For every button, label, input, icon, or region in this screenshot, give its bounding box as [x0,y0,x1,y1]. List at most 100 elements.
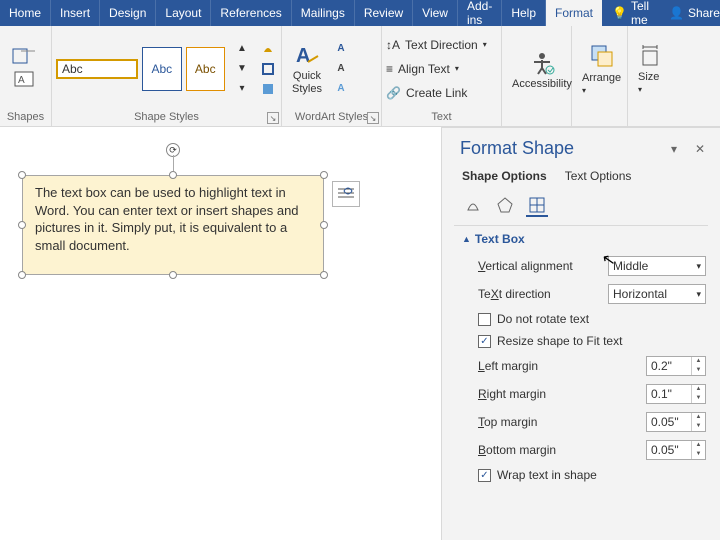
tab-references[interactable]: References [211,0,291,26]
tab-help[interactable]: Help [502,0,546,26]
selected-textbox[interactable]: ⟳ The text box can be used to highlight … [22,175,324,275]
shape-effects-icon[interactable] [259,80,277,98]
checkbox-box [478,313,491,326]
share-icon: 👤 [669,6,684,20]
label-text-direction: TeXt direction [478,287,608,301]
tell-me[interactable]: 💡Tell me [602,0,659,26]
tab-review[interactable]: Review [355,0,413,26]
select-vertical-alignment[interactable]: Middle▾ [608,256,706,276]
tab-layout[interactable]: Layout [156,0,211,26]
tab-mailings[interactable]: Mailings [292,0,355,26]
accessibility-icon [528,48,556,76]
layout-options-icon [336,185,356,203]
tab-view[interactable]: View [413,0,458,26]
resize-handle-nw[interactable] [18,171,26,179]
size-icon [639,43,665,69]
style-gallery-down-icon[interactable]: ▼ [233,60,251,78]
tab-format[interactable]: Format [546,0,602,26]
group-label-wordart: WordArt Styles [286,109,377,126]
chevron-down-icon: ▾ [638,85,642,94]
document-area[interactable]: ⟳ The text box can be used to highlight … [0,127,720,540]
text-effects-icon[interactable]: A [332,80,350,98]
section-textbox[interactable]: ▲Text Box [442,226,720,252]
input-right-margin[interactable]: 0.1"▲▼ [646,384,706,404]
style-gallery-up-icon[interactable]: ▲ [233,40,251,58]
svg-text:A: A [296,45,310,67]
checkbox-box: ✓ [478,335,491,348]
tab-design[interactable]: Design [100,0,156,26]
step-up-icon[interactable]: ▲ [692,357,705,366]
link-icon: 🔗 [386,86,401,100]
text-direction-button[interactable]: ↕AText Direction▾ [386,35,487,55]
resize-handle-s[interactable] [169,271,177,279]
input-left-margin[interactable]: 0.2"▲▼ [646,356,706,376]
resize-handle-n[interactable] [169,171,177,179]
chevron-down-icon: ▾ [696,289,701,300]
layout-properties-icon[interactable] [526,195,548,217]
text-direction-icon: ↕A [386,38,400,52]
panel-close-icon[interactable]: ✕ [692,142,708,156]
group-label-shape-styles: Shape Styles [56,109,277,126]
align-text-button[interactable]: ≡Align Text▾ [386,59,487,79]
group-label-shapes: Shapes [4,109,47,126]
input-bottom-margin[interactable]: 0.05"▲▼ [646,440,706,460]
group-label-text: Text [386,109,497,126]
shape-outline-icon[interactable] [259,60,277,78]
format-shape-panel: Format Shape ▾ ✕ Shape Options Text Opti… [441,127,720,540]
resize-handle-e[interactable] [320,221,328,229]
input-top-margin[interactable]: 0.05"▲▼ [646,412,706,432]
tab-addins[interactable]: Add-ins [458,0,502,26]
style-gallery-more-icon[interactable]: ▾ [233,80,251,98]
create-link-button[interactable]: 🔗Create Link [386,83,487,103]
label-top-margin: Top margin [478,415,646,429]
textbox-content[interactable]: The text box can be used to highlight te… [22,175,324,275]
bulb-icon: 💡 [612,6,627,20]
step-down-icon[interactable]: ▼ [692,366,705,375]
tab-home[interactable]: Home [0,0,51,26]
wordart-a-icon: A [294,42,320,68]
ribbon: A Shapes Abc Abc Abc ▲ ▼ ▾ Shape Styles … [0,26,720,127]
step-up-icon[interactable]: ▲ [692,385,705,394]
effects-icon[interactable] [494,195,516,217]
shape-style-3[interactable]: Abc [186,47,225,91]
label-vertical-alignment: Vertical alignment [478,259,608,273]
arrange-button[interactable]: Arrange ▾ [576,40,627,98]
accessibility-button[interactable]: Accessibility [506,46,578,92]
text-fill-icon[interactable]: A [332,40,350,58]
main-tabs: Home Insert Design Layout References Mai… [0,0,720,26]
shape-styles-launcher-icon[interactable]: ↘ [267,112,279,124]
step-down-icon[interactable]: ▼ [692,394,705,403]
step-down-icon[interactable]: ▼ [692,450,705,459]
panel-title: Format Shape [460,138,656,159]
wordart-launcher-icon[interactable]: ↘ [367,112,379,124]
fill-line-icon[interactable] [462,195,484,217]
tab-text-options[interactable]: Text Options [565,165,632,187]
share-button[interactable]: 👤Share [659,0,720,26]
shape-style-2[interactable]: Abc [142,47,181,91]
label-right-margin: Right margin [478,387,646,401]
tab-shape-options[interactable]: Shape Options [462,165,547,187]
quick-styles-button[interactable]: A Quick Styles [286,40,328,96]
size-button[interactable]: Size ▾ [632,41,672,97]
shape-style-1[interactable]: Abc [56,59,138,79]
shape-fill-icon[interactable] [259,40,277,58]
select-text-direction[interactable]: Horizontal▾ [608,284,706,304]
resize-handle-ne[interactable] [320,171,328,179]
checkbox-wrap-text[interactable]: ✓ Wrap text in shape [478,464,706,486]
resize-handle-w[interactable] [18,221,26,229]
resize-handle-se[interactable] [320,271,328,279]
resize-handle-sw[interactable] [18,271,26,279]
checkbox-resize-shape[interactable]: ✓ Resize shape to Fit text [478,330,706,352]
arrange-icon [588,42,616,70]
layout-options-button[interactable] [332,181,360,207]
chevron-down-icon: ▾ [582,86,586,95]
tab-insert[interactable]: Insert [51,0,100,26]
step-up-icon[interactable]: ▲ [692,413,705,422]
checkbox-do-not-rotate[interactable]: Do not rotate text [478,308,706,330]
edit-shape-icon[interactable] [11,47,41,67]
step-down-icon[interactable]: ▼ [692,422,705,431]
textbox-insert-icon[interactable]: A [11,69,41,91]
text-outline-icon[interactable]: A [332,60,350,78]
panel-menu-icon[interactable]: ▾ [666,142,682,156]
step-up-icon[interactable]: ▲ [692,441,705,450]
